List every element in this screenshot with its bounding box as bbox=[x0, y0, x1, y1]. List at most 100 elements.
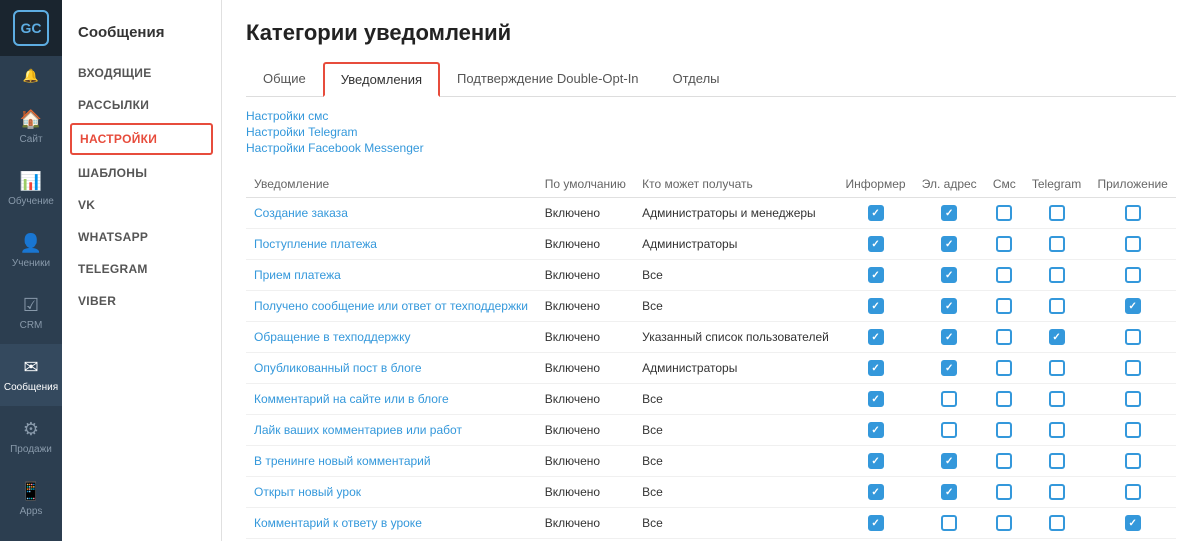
checkbox[interactable] bbox=[996, 391, 1012, 407]
th-notification: Уведомление bbox=[246, 171, 537, 198]
checkbox[interactable] bbox=[1049, 236, 1065, 252]
checkbox[interactable] bbox=[941, 329, 957, 345]
checkbox[interactable] bbox=[868, 267, 884, 283]
checkbox[interactable] bbox=[941, 515, 957, 531]
checkbox[interactable] bbox=[1049, 360, 1065, 376]
sidebar-item-settings[interactable]: НАСТРОЙКИ bbox=[70, 123, 213, 155]
notification-link[interactable]: Поступление платежа bbox=[254, 237, 377, 251]
checkbox[interactable] bbox=[868, 329, 884, 345]
checkbox[interactable] bbox=[941, 205, 957, 221]
checkbox[interactable] bbox=[868, 298, 884, 314]
checkbox[interactable] bbox=[1049, 205, 1065, 221]
checkbox[interactable] bbox=[1125, 360, 1141, 376]
notification-link[interactable]: В тренинге новый комментарий bbox=[254, 454, 431, 468]
checkbox[interactable] bbox=[1049, 298, 1065, 314]
checkbox[interactable] bbox=[941, 360, 957, 376]
checkbox[interactable] bbox=[868, 453, 884, 469]
th-app: Приложение bbox=[1089, 171, 1176, 198]
app-cell bbox=[1089, 291, 1176, 322]
checkbox[interactable] bbox=[1125, 391, 1141, 407]
checkbox[interactable] bbox=[1125, 205, 1141, 221]
nav-item-students[interactable]: 👤 Ученики bbox=[0, 220, 62, 282]
checkbox[interactable] bbox=[996, 298, 1012, 314]
checkbox[interactable] bbox=[996, 205, 1012, 221]
informer-cell bbox=[837, 384, 913, 415]
app-cell bbox=[1089, 260, 1176, 291]
app-logo[interactable]: GC bbox=[0, 0, 62, 56]
checkbox[interactable] bbox=[1125, 298, 1141, 314]
sidebar-item-vk[interactable]: VK bbox=[62, 189, 221, 221]
sidebar-item-newsletters[interactable]: РАССЫЛКИ bbox=[62, 89, 221, 121]
nav-item-sound[interactable]: 🔔 bbox=[0, 56, 62, 96]
notification-link[interactable]: Создание заказа bbox=[254, 206, 348, 220]
checkbox[interactable] bbox=[1125, 453, 1141, 469]
checkbox[interactable] bbox=[941, 391, 957, 407]
nav-item-sales[interactable]: ⚙ Продажи bbox=[0, 406, 62, 468]
notification-link[interactable]: Комментарий к ответу в уроке bbox=[254, 516, 422, 530]
email-cell bbox=[914, 384, 985, 415]
notification-link[interactable]: Опубликованный пост в блоге bbox=[254, 361, 422, 375]
checkbox[interactable] bbox=[1049, 391, 1065, 407]
nav-item-apps[interactable]: 📱 Apps bbox=[0, 468, 62, 530]
notification-link[interactable]: Прием платежа bbox=[254, 268, 341, 282]
notification-link[interactable]: Комментарий на сайте или в блоге bbox=[254, 392, 449, 406]
checkbox[interactable] bbox=[1125, 236, 1141, 252]
sidebar-item-templates[interactable]: ШАБЛОНЫ bbox=[62, 157, 221, 189]
checkbox[interactable] bbox=[868, 205, 884, 221]
nav-item-site[interactable]: 🏠 Сайт bbox=[0, 96, 62, 158]
page-title: Категории уведомлений bbox=[246, 20, 1176, 46]
link-telegram-settings[interactable]: Настройки Telegram bbox=[246, 125, 1176, 139]
checkbox[interactable] bbox=[1125, 422, 1141, 438]
checkbox[interactable] bbox=[1049, 422, 1065, 438]
checkbox[interactable] bbox=[941, 298, 957, 314]
notification-link[interactable]: Лайк ваших комментариев или работ bbox=[254, 423, 462, 437]
checkbox[interactable] bbox=[1049, 267, 1065, 283]
checkbox[interactable] bbox=[996, 329, 1012, 345]
notification-link[interactable]: Обращение в техподдержку bbox=[254, 330, 410, 344]
checkbox[interactable] bbox=[868, 360, 884, 376]
tab-double-opt-in[interactable]: Подтверждение Double-Opt-In bbox=[440, 62, 656, 97]
checkbox[interactable] bbox=[996, 484, 1012, 500]
tab-departments[interactable]: Отделы bbox=[656, 62, 737, 97]
nav-item-crm[interactable]: ☑ CRM bbox=[0, 282, 62, 344]
tab-notifications[interactable]: Уведомления bbox=[323, 62, 440, 97]
checkbox[interactable] bbox=[1125, 484, 1141, 500]
checkbox[interactable] bbox=[996, 515, 1012, 531]
tab-general[interactable]: Общие bbox=[246, 62, 323, 97]
checkbox[interactable] bbox=[941, 422, 957, 438]
notification-link[interactable]: Открыт новый урок bbox=[254, 485, 361, 499]
checkbox[interactable] bbox=[1049, 515, 1065, 531]
nav-item-education[interactable]: 📊 Обучение bbox=[0, 158, 62, 220]
checkbox[interactable] bbox=[996, 453, 1012, 469]
checkbox[interactable] bbox=[868, 391, 884, 407]
sidebar-item-incoming[interactable]: ВХОДЯЩИЕ bbox=[62, 57, 221, 89]
sidebar-item-telegram[interactable]: TELEGRAM bbox=[62, 253, 221, 285]
checkbox[interactable] bbox=[1125, 515, 1141, 531]
checkbox[interactable] bbox=[1049, 329, 1065, 345]
sidebar-item-whatsapp[interactable]: WHATSAPP bbox=[62, 221, 221, 253]
checkbox[interactable] bbox=[941, 267, 957, 283]
table-row: Получено сообщение или ответ от техподде… bbox=[246, 291, 1176, 322]
link-sms-settings[interactable]: Настройки смс bbox=[246, 109, 1176, 123]
checkbox[interactable] bbox=[868, 236, 884, 252]
checkbox[interactable] bbox=[996, 267, 1012, 283]
link-facebook-settings[interactable]: Настройки Facebook Messenger bbox=[246, 141, 1176, 155]
checkbox[interactable] bbox=[1049, 484, 1065, 500]
app-cell bbox=[1089, 415, 1176, 446]
checkbox[interactable] bbox=[868, 515, 884, 531]
checkbox[interactable] bbox=[868, 484, 884, 500]
sidebar-item-viber[interactable]: VIBER bbox=[62, 285, 221, 317]
nav-item-messages[interactable]: ✉ Сообщения bbox=[0, 344, 62, 406]
checkbox[interactable] bbox=[941, 484, 957, 500]
checkbox[interactable] bbox=[996, 360, 1012, 376]
checkbox[interactable] bbox=[941, 236, 957, 252]
email-cell bbox=[914, 415, 985, 446]
checkbox[interactable] bbox=[1125, 329, 1141, 345]
checkbox[interactable] bbox=[996, 236, 1012, 252]
checkbox[interactable] bbox=[941, 453, 957, 469]
notification-link[interactable]: Получено сообщение или ответ от техподде… bbox=[254, 299, 528, 313]
checkbox[interactable] bbox=[1125, 267, 1141, 283]
checkbox[interactable] bbox=[868, 422, 884, 438]
checkbox[interactable] bbox=[1049, 453, 1065, 469]
checkbox[interactable] bbox=[996, 422, 1012, 438]
